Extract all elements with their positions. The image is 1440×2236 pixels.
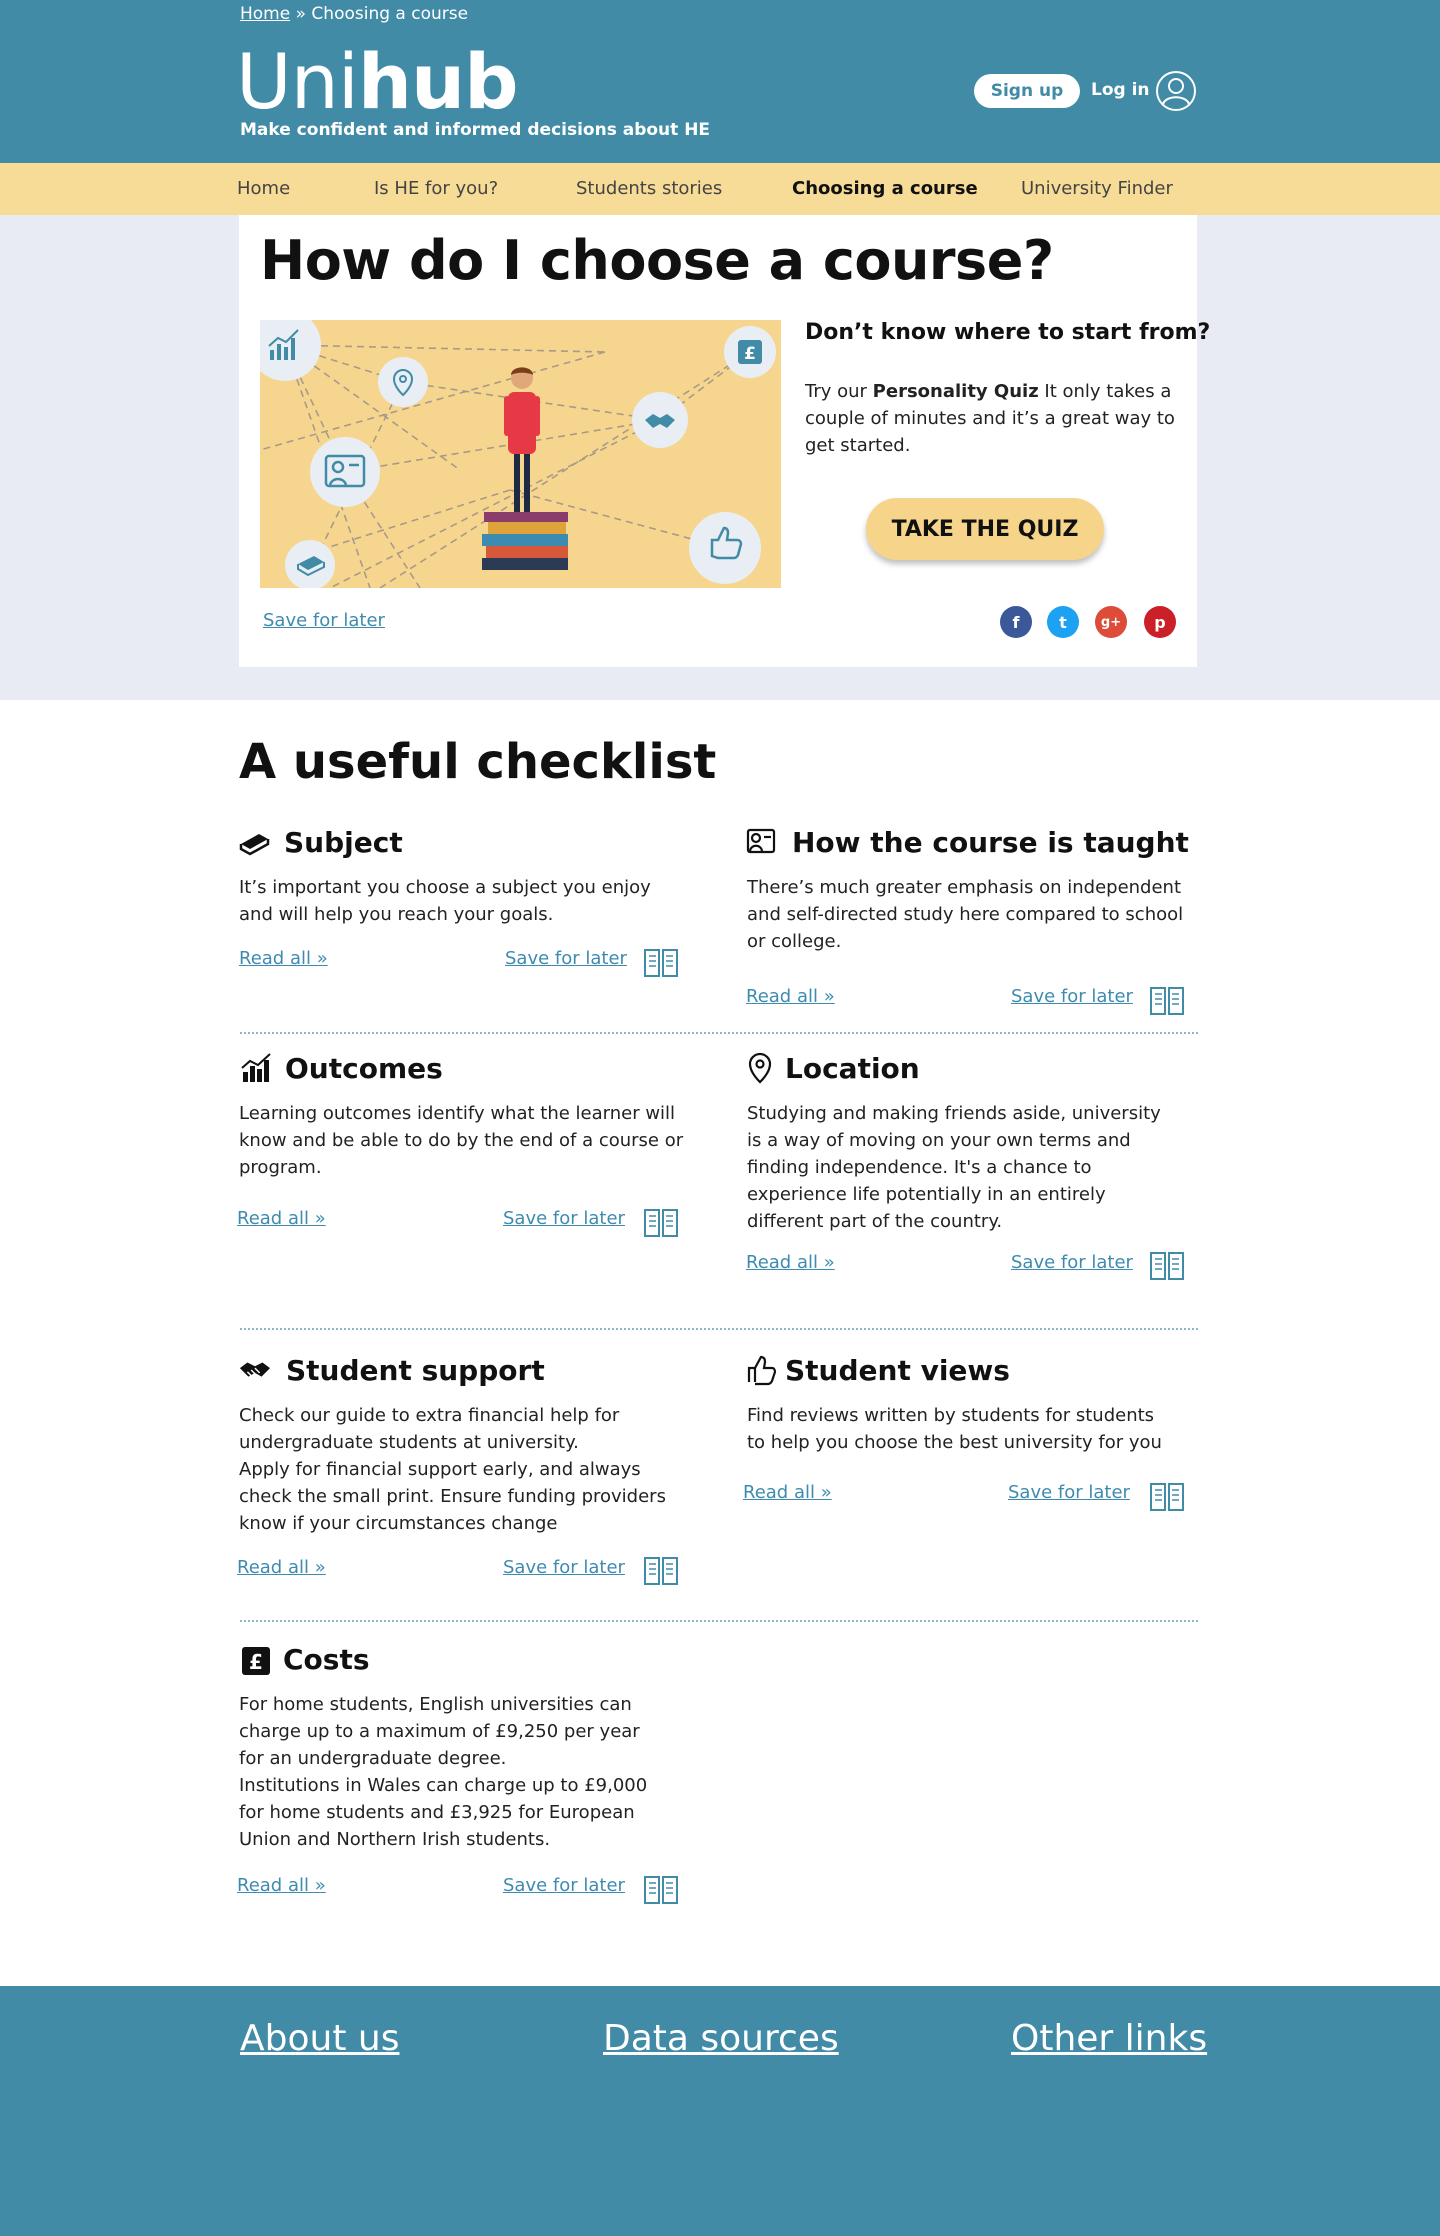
site-tagline: Make confident and informed decisions ab…: [240, 120, 711, 140]
read-all-link[interactable]: Read all »: [239, 948, 328, 969]
read-all-link[interactable]: Read all »: [237, 1875, 326, 1896]
open-book-icon[interactable]: [1149, 984, 1185, 1016]
checklist-item-desc: Studying and making friends aside, unive…: [747, 1103, 1161, 1232]
twitter-share-icon[interactable]: t: [1047, 606, 1079, 638]
student-network-illustration: £: [260, 320, 776, 588]
section-divider: [240, 1328, 1198, 1330]
checklist-item-title: Subject: [284, 826, 403, 859]
chart-icon: [241, 1053, 271, 1082]
checklist-item-desc: Check our guide to extra financial help …: [239, 1405, 666, 1534]
presentation-icon: [746, 828, 776, 854]
open-book-icon[interactable]: [1149, 1480, 1185, 1512]
user-account-icon[interactable]: [1155, 70, 1197, 112]
breadcrumb-current: Choosing a course: [311, 4, 469, 24]
read-all-link[interactable]: Read all »: [743, 1482, 832, 1503]
log-in-link[interactable]: Log in: [1091, 80, 1150, 100]
site-header: Home » Choosing a course Unihub Make con…: [0, 0, 1440, 163]
footer-data-sources-link[interactable]: Data sources: [603, 2018, 839, 2059]
breadcrumb-home-link[interactable]: Home: [240, 4, 290, 24]
checklist-item-desc: Learning outcomes identify what the lear…: [239, 1103, 684, 1178]
svg-text:£: £: [249, 1650, 263, 1674]
open-book-icon[interactable]: [643, 1554, 679, 1586]
read-all-link[interactable]: Read all »: [237, 1557, 326, 1578]
nav-item-students-stories[interactable]: Students stories: [576, 163, 722, 215]
logo-bold-text: hub: [357, 37, 519, 126]
checklist-title: A useful checklist: [239, 734, 717, 790]
location-pin-icon: [748, 1052, 772, 1084]
main-nav: Home Is HE for you? Students stories Cho…: [0, 163, 1440, 215]
hero-illustration: £: [260, 320, 781, 588]
book-icon: [239, 834, 270, 856]
checklist-item-desc: It’s important you choose a subject you …: [239, 877, 651, 925]
save-for-later-link[interactable]: Save for later: [1008, 1482, 1130, 1503]
checklist-item-desc: Find reviews written by students for stu…: [747, 1405, 1162, 1453]
sign-up-button[interactable]: Sign up: [974, 74, 1080, 108]
checklist-item-title: How the course is taught: [792, 826, 1189, 859]
breadcrumb-separator: »: [290, 4, 312, 24]
take-the-quiz-button[interactable]: TAKE THE QUIZ: [866, 498, 1104, 560]
page-title: How do I choose a course?: [260, 229, 1054, 292]
hero-description: Try our Personality Quiz It only takes a…: [805, 378, 1185, 459]
footer-about-us-link[interactable]: About us: [240, 2018, 399, 2059]
pound-icon: £: [242, 1647, 270, 1675]
save-for-later-link[interactable]: Save for later: [1011, 1252, 1133, 1273]
facebook-share-icon[interactable]: f: [1000, 606, 1032, 638]
checklist-item-title: Student support: [286, 1354, 545, 1387]
save-for-later-link[interactable]: Save for later: [503, 1208, 625, 1229]
pinterest-share-icon[interactable]: p: [1144, 606, 1176, 638]
section-divider: [240, 1620, 1198, 1622]
read-all-link[interactable]: Read all »: [237, 1208, 326, 1229]
nav-item-choosing-a-course[interactable]: Choosing a course: [792, 163, 978, 215]
save-for-later-link[interactable]: Save for later: [503, 1557, 625, 1578]
breadcrumb: Home » Choosing a course: [240, 4, 468, 24]
open-book-icon[interactable]: [1149, 1249, 1185, 1281]
footer-other-links-link[interactable]: Other links: [1011, 2018, 1207, 2059]
hero-subtitle: Don’t know where to start from?: [805, 320, 1211, 345]
save-for-later-link[interactable]: Save for later: [1011, 986, 1133, 1007]
save-for-later-link[interactable]: Save for later: [503, 1875, 625, 1896]
logo-light-text: Uni: [236, 37, 359, 126]
thumbs-up-icon: [747, 1355, 777, 1386]
checklist-item-title: Outcomes: [285, 1052, 443, 1085]
nav-item-university-finder[interactable]: University Finder: [1021, 163, 1173, 215]
checklist-item-title: Location: [785, 1052, 920, 1085]
checklist-item-title: Student views: [785, 1354, 1010, 1387]
save-for-later-link[interactable]: Save for later: [505, 948, 627, 969]
open-book-icon[interactable]: [643, 1206, 679, 1238]
google-plus-share-icon[interactable]: g+: [1095, 606, 1127, 638]
hero-text-pre: Try our: [805, 381, 873, 402]
nav-item-is-he-for-you[interactable]: Is HE for you?: [374, 163, 498, 215]
open-book-icon[interactable]: [643, 1873, 679, 1905]
checklist-item-title: Costs: [283, 1643, 370, 1676]
personality-quiz-label: Personality Quiz: [872, 381, 1039, 402]
nav-item-home[interactable]: Home: [237, 163, 290, 215]
open-book-icon[interactable]: [643, 946, 679, 978]
handshake-icon: [239, 1362, 270, 1377]
read-all-link[interactable]: Read all »: [746, 986, 835, 1007]
checklist-item-desc: For home students, English universities …: [239, 1694, 648, 1850]
section-divider: [240, 1032, 1198, 1034]
read-all-link[interactable]: Read all »: [746, 1252, 835, 1273]
site-logo[interactable]: Unihub: [236, 37, 519, 126]
svg-text:£: £: [744, 344, 756, 364]
hero-save-for-later-link[interactable]: Save for later: [263, 610, 385, 631]
checklist-item-desc: There’s much greater emphasis on indepen…: [747, 877, 1184, 952]
